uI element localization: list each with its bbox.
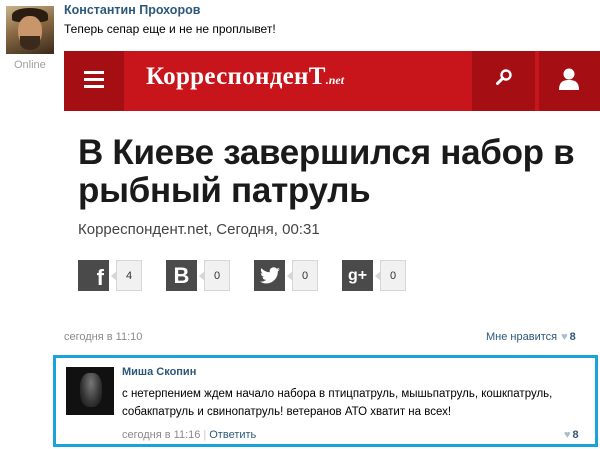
comment-text: с нетерпением ждем начало набора в птицп… — [122, 388, 553, 418]
search-icon — [496, 69, 512, 85]
commenter-avatar[interactable] — [66, 367, 114, 415]
post-author-link[interactable]: Константин Прохоров — [64, 3, 200, 17]
article-byline: Корреспондент.net, Сегодня, 00:31 — [78, 221, 320, 238]
twitter-share-count: 0 — [287, 260, 318, 291]
like-count: 8 — [569, 331, 576, 343]
vk-share-count: 0 — [199, 260, 230, 291]
online-status: Online — [14, 59, 46, 71]
facebook-share-count: 4 — [111, 260, 142, 291]
share-google-plus: g+ 0 — [342, 260, 406, 291]
post-text: Теперь сепар еще и не не проплывет! — [64, 22, 276, 36]
logo-tld-text: .net — [325, 73, 345, 87]
article-headline: В Киеве завершился набор в рыбный патрул… — [78, 133, 575, 210]
comment-like-count: 8 — [572, 429, 579, 441]
like-label: Мне нравится — [486, 331, 558, 343]
comment-timestamp[interactable]: сегодня в 11:16 — [122, 429, 200, 441]
google-plus-share-count: 0 — [375, 260, 406, 291]
facebook-icon: f — [78, 260, 109, 291]
heart-icon: ♥ — [561, 331, 568, 343]
google-plus-icon: g+ — [342, 260, 373, 291]
meta-separator: | — [203, 429, 207, 441]
share-twitter: 0 — [254, 260, 318, 291]
site-logo: КорреспонденТ.net — [146, 63, 344, 91]
author-avatar[interactable] — [6, 6, 54, 54]
share-vkontakte: B 0 — [166, 260, 230, 291]
post-timestamp[interactable]: сегодня в 11:10 — [64, 331, 142, 343]
comment-like-button[interactable]: ♥ 8 — [564, 429, 579, 441]
avatar-silhouette-shape — [80, 373, 102, 407]
twitter-icon — [254, 260, 285, 291]
avatar-beard-shape — [20, 36, 40, 50]
vk-icon: B — [166, 260, 197, 291]
logo-main-text: КорреспонденТ — [146, 63, 326, 90]
heart-icon: ♥ — [564, 429, 571, 441]
highlighted-comment: Миша Скопин с нетерпением ждем начало на… — [53, 355, 598, 447]
comment-author-link[interactable]: Миша Скопин — [122, 366, 196, 378]
share-facebook: f 4 — [78, 260, 142, 291]
post-like-button[interactable]: Мне нравится ♥ 8 — [486, 331, 576, 343]
hamburger-icon — [84, 71, 104, 88]
user-icon — [559, 68, 579, 90]
news-screenshot[interactable]: КорреспонденТ.net В Киеве завершился наб… — [64, 51, 600, 305]
comment-meta: сегодня в 11:16 | Ответить — [122, 429, 256, 441]
reply-link[interactable]: Ответить — [209, 429, 256, 441]
site-header-bar: КорреспонденТ.net — [64, 51, 600, 111]
